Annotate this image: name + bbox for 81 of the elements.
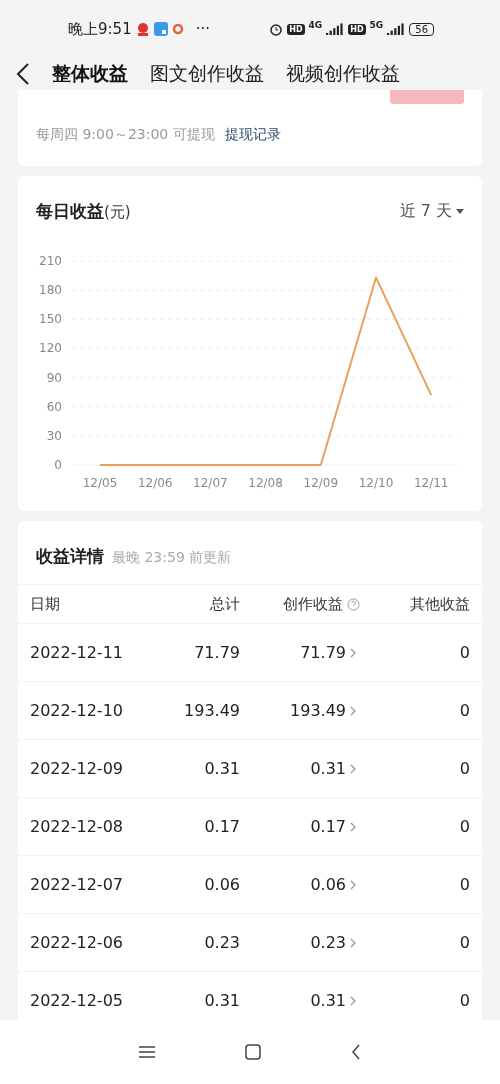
table-cell-text: 0: [458, 933, 470, 952]
column-header: 总计: [209, 594, 240, 614]
axis-date-label: 12/05: [82, 476, 118, 490]
axis-tick-label: 180: [39, 283, 62, 298]
axis-tick-label: 150: [39, 312, 62, 327]
chevron-icon: [350, 647, 356, 658]
caret-icon: [456, 209, 464, 214]
axis-tick-label: 90: [46, 370, 62, 385]
table-cell-text: 0.31: [203, 991, 240, 1010]
chevron-icon: [350, 821, 356, 832]
axis-tick-label: 120: [39, 341, 62, 356]
table-cell[interactable]: 71.79: [300, 643, 346, 662]
menu-icon[interactable]: [139, 1045, 155, 1059]
back-icon[interactable]: [351, 1044, 361, 1060]
hd-badge: HD: [287, 23, 305, 35]
table-cell[interactable]: 193.49: [290, 701, 346, 720]
app-notification-icon: [153, 22, 168, 36]
table-cell[interactable]: 0.06: [310, 875, 346, 894]
network-type: 5G: [369, 20, 384, 30]
signal-icon: [387, 23, 406, 35]
table-cell-text: 2022-12-07: [30, 875, 124, 894]
table-cell-text: 2022-12-08: [30, 817, 124, 836]
table-cell-text: 0: [458, 643, 470, 662]
axis-date-label: 12/11: [413, 476, 449, 490]
table-cell-text: 0: [458, 817, 470, 836]
alarm-icon: [269, 22, 284, 36]
column-header: 创作收益: [240, 594, 360, 614]
table-cell-text: 2022-12-05: [30, 991, 124, 1010]
signal-icon: [326, 23, 345, 35]
tab[interactable]: 图文创作收益: [150, 61, 264, 87]
card-title: 收益详情: [36, 545, 104, 568]
axis-date-label: 12/09: [303, 476, 339, 490]
card-title: 每日收益(元): [36, 200, 131, 223]
app-notification-icon: [171, 23, 184, 35]
network-type: 4G: [308, 20, 323, 30]
home-icon[interactable]: [245, 1044, 261, 1060]
chevron-icon: [350, 705, 356, 716]
axis-tick-label: 60: [46, 399, 62, 414]
table-cell[interactable]: 0.17: [310, 817, 346, 836]
chevron-icon: [350, 763, 356, 774]
column-header: 其他收益: [409, 594, 470, 614]
table-cell-text: 71.79: [193, 643, 240, 662]
table-cell-text: 2022-12-06: [30, 933, 124, 952]
table-cell[interactable]: 0.31: [310, 991, 346, 1010]
table-cell-text: 0.06: [203, 875, 240, 894]
hd-badge: HD: [348, 23, 366, 35]
chevron-icon: [350, 995, 356, 1006]
axis-date-label: 12/10: [358, 476, 394, 490]
table-cell-text: 0.31: [203, 759, 240, 778]
column-header: 日期: [30, 594, 61, 614]
table-cell-text: 0: [458, 991, 470, 1010]
axis-tick-label: 0: [54, 458, 62, 472]
table-cell[interactable]: 0.23: [310, 933, 346, 952]
tab[interactable]: 整体收益: [52, 61, 128, 87]
axis-date-label: 12/07: [193, 476, 228, 490]
table-cell-text: 2022-12-10: [30, 701, 124, 720]
table-cell-text: 0.17: [203, 817, 240, 836]
more-notifications: ···: [195, 20, 210, 38]
table-cell-text: 0.23: [203, 933, 240, 952]
chevron-icon: [350, 937, 356, 948]
axis-tick-label: 210: [39, 254, 62, 268]
range-dropdown[interactable]: 近 7 天: [399, 201, 464, 222]
table-cell-text: 193.49: [183, 701, 240, 720]
withdraw-history-link[interactable]: 提现记录: [224, 126, 281, 144]
table-cell[interactable]: 0.31: [310, 759, 346, 778]
update-note: 最晚 23:59 前更新: [112, 549, 232, 567]
chevron-icon: [350, 879, 356, 890]
withdraw-schedule: 每周四 9:00～23:00 可提现: [36, 126, 215, 144]
table-cell-text: 0: [458, 701, 470, 720]
app-notification-icon: [135, 22, 150, 36]
axis-date-label: 12/06: [137, 476, 173, 490]
battery-level: 56: [409, 22, 434, 36]
axis-tick-label: 30: [46, 428, 62, 443]
table-cell-text: 0: [458, 759, 470, 778]
axis-date-label: 12/08: [248, 476, 283, 490]
back-icon[interactable]: [16, 62, 30, 86]
table-cell-text: 0: [458, 875, 470, 894]
clock: 晚上9:51: [68, 19, 132, 39]
table-cell-text: 2022-12-11: [30, 643, 124, 662]
table-cell-text: 2022-12-09: [30, 759, 124, 778]
tab[interactable]: 视频创作收益: [286, 61, 400, 87]
